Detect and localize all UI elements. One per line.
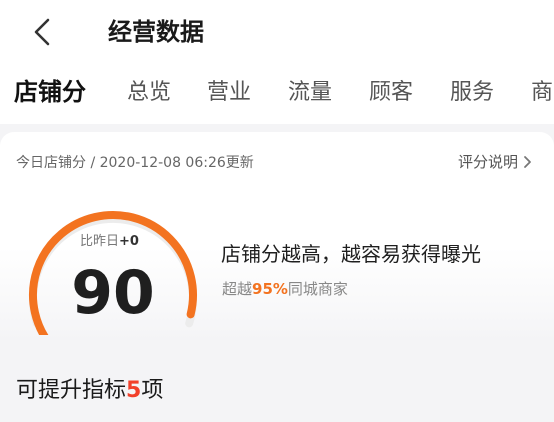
page-title: 经营数据: [108, 18, 204, 46]
tab-more[interactable]: 商: [531, 78, 553, 108]
score-diff-value: +0: [119, 234, 139, 249]
score-diff: 比昨日+0: [80, 234, 139, 250]
top-bar: 经营数据: [0, 0, 554, 66]
update-time: 今日店铺分 / 2020-12-08 06:26更新: [16, 155, 254, 171]
score-diff-label: 比昨日: [80, 234, 120, 249]
chevron-left-icon: [34, 18, 50, 46]
tab-bar: 店铺分 总览 营业 流量 顾客 服务 商: [0, 66, 554, 124]
tab-service[interactable]: 服务: [450, 78, 494, 108]
score-explain-label: 评分说明: [457, 153, 518, 171]
tab-overview[interactable]: 总览: [127, 78, 171, 108]
tab-store-score[interactable]: 店铺分: [14, 77, 86, 107]
exceed-prefix: 超越: [222, 280, 253, 298]
tab-business[interactable]: 营业: [207, 78, 251, 108]
improve-count: 5: [126, 378, 142, 403]
tab-customers[interactable]: 顾客: [369, 78, 413, 108]
score-message: 店铺分越高，越容易获得曝光: [221, 242, 481, 266]
back-button[interactable]: [22, 12, 62, 52]
exceed-suffix: 同城商家: [287, 280, 348, 298]
improvable-metrics-heading[interactable]: 可提升指标5项: [16, 376, 163, 406]
improve-suffix: 项: [141, 378, 164, 403]
store-score: 90: [71, 258, 155, 328]
tab-traffic[interactable]: 流量: [288, 78, 332, 108]
exceed-percent: 95%: [252, 280, 288, 298]
exceed-text: 超越95%同城商家: [222, 279, 348, 299]
chevron-right-icon: [524, 156, 531, 168]
improve-prefix: 可提升指标: [16, 378, 127, 403]
score-explain-link[interactable]: 评分说明: [458, 152, 532, 172]
